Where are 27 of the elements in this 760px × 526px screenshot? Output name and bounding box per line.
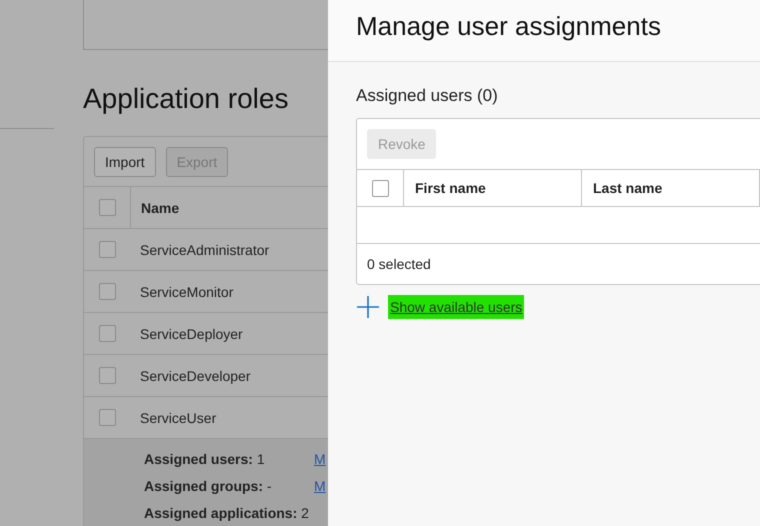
checkbox[interactable] [98,283,116,300]
table-cell-text: ServiceUser [139,408,216,428]
table-cell-text: ServiceMonitor [139,282,234,302]
page-heading: Application roles [83,82,290,116]
panel-title: Manage user assignments [356,10,662,42]
checkbox[interactable] [98,199,116,216]
show-users-link[interactable]: Show available users [388,295,524,319]
detail-text: Assigned applications: 2 [144,505,310,523]
table-cell-text: ServiceDeployer [139,324,243,344]
detail-text: Assigned users: 1 [144,451,266,469]
manage-link[interactable]: M [314,478,326,505]
table-cell-text: ServiceDeveloper [139,366,250,386]
selection-count: 0 selected [367,256,431,272]
column-header: Name [140,198,180,218]
column-header: First name [404,170,582,206]
checkbox[interactable] [98,241,116,258]
detail-text: Assigned groups: - [144,478,273,496]
checkbox[interactable] [98,367,116,384]
manage-link[interactable]: M [314,451,326,478]
plus-icon[interactable] [356,295,380,319]
table-cell-text: ServiceAdministrator [139,240,270,260]
checkbox[interactable] [372,180,388,196]
section-title: Assigned users (0) [356,86,499,107]
checkbox[interactable] [98,325,116,342]
column-header: Last name [582,170,760,206]
checkbox[interactable] [98,409,116,426]
toolbar-button[interactable]: Import [94,147,156,177]
